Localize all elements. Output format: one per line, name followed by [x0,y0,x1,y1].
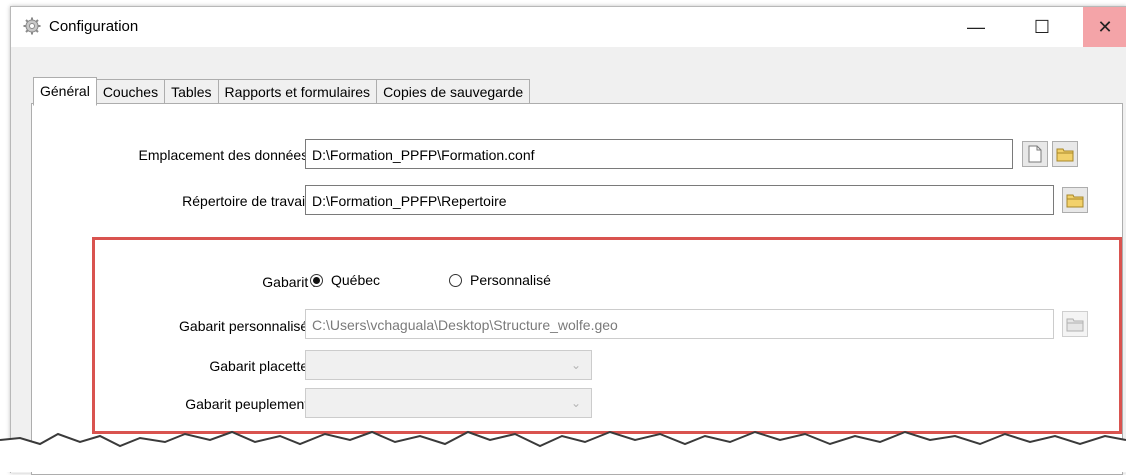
tab-reports-forms[interactable]: Rapports et formulaires [218,79,378,105]
tab-strip: Général Couches Tables Rapports et formu… [33,77,531,106]
maximize-button[interactable]: ☐ [1017,7,1067,47]
close-button[interactable]: ✕ [1083,7,1126,47]
highlight-box [92,237,1122,434]
tab-tables[interactable]: Tables [165,79,219,105]
torn-edge-decoration [0,430,1126,472]
tab-backups[interactable]: Copies de sauvegarde [377,79,531,105]
new-file-button[interactable] [1022,141,1048,167]
browse-data-location-button[interactable] [1052,141,1078,167]
title-bar[interactable]: Configuration — ☐ ✕ [11,7,1126,47]
browse-work-directory-button[interactable] [1062,187,1088,213]
window-title: Configuration [49,18,139,35]
data-location-label: Emplacement des données : [138,147,316,163]
tab-general[interactable]: Général [33,77,97,106]
minimize-button[interactable]: — [951,7,1001,47]
data-location-field[interactable]: D:\Formation_PPFP\Formation.conf [305,139,1013,169]
work-directory-field[interactable]: D:\Formation_PPFP\Repertoire [305,185,1054,215]
work-directory-label: Répertoire de travail : [182,193,316,209]
folder-icon [1066,194,1084,207]
gear-icon [23,17,41,35]
tab-layers[interactable]: Couches [96,79,166,105]
folder-icon [1056,148,1074,161]
new-file-icon [1028,145,1042,163]
